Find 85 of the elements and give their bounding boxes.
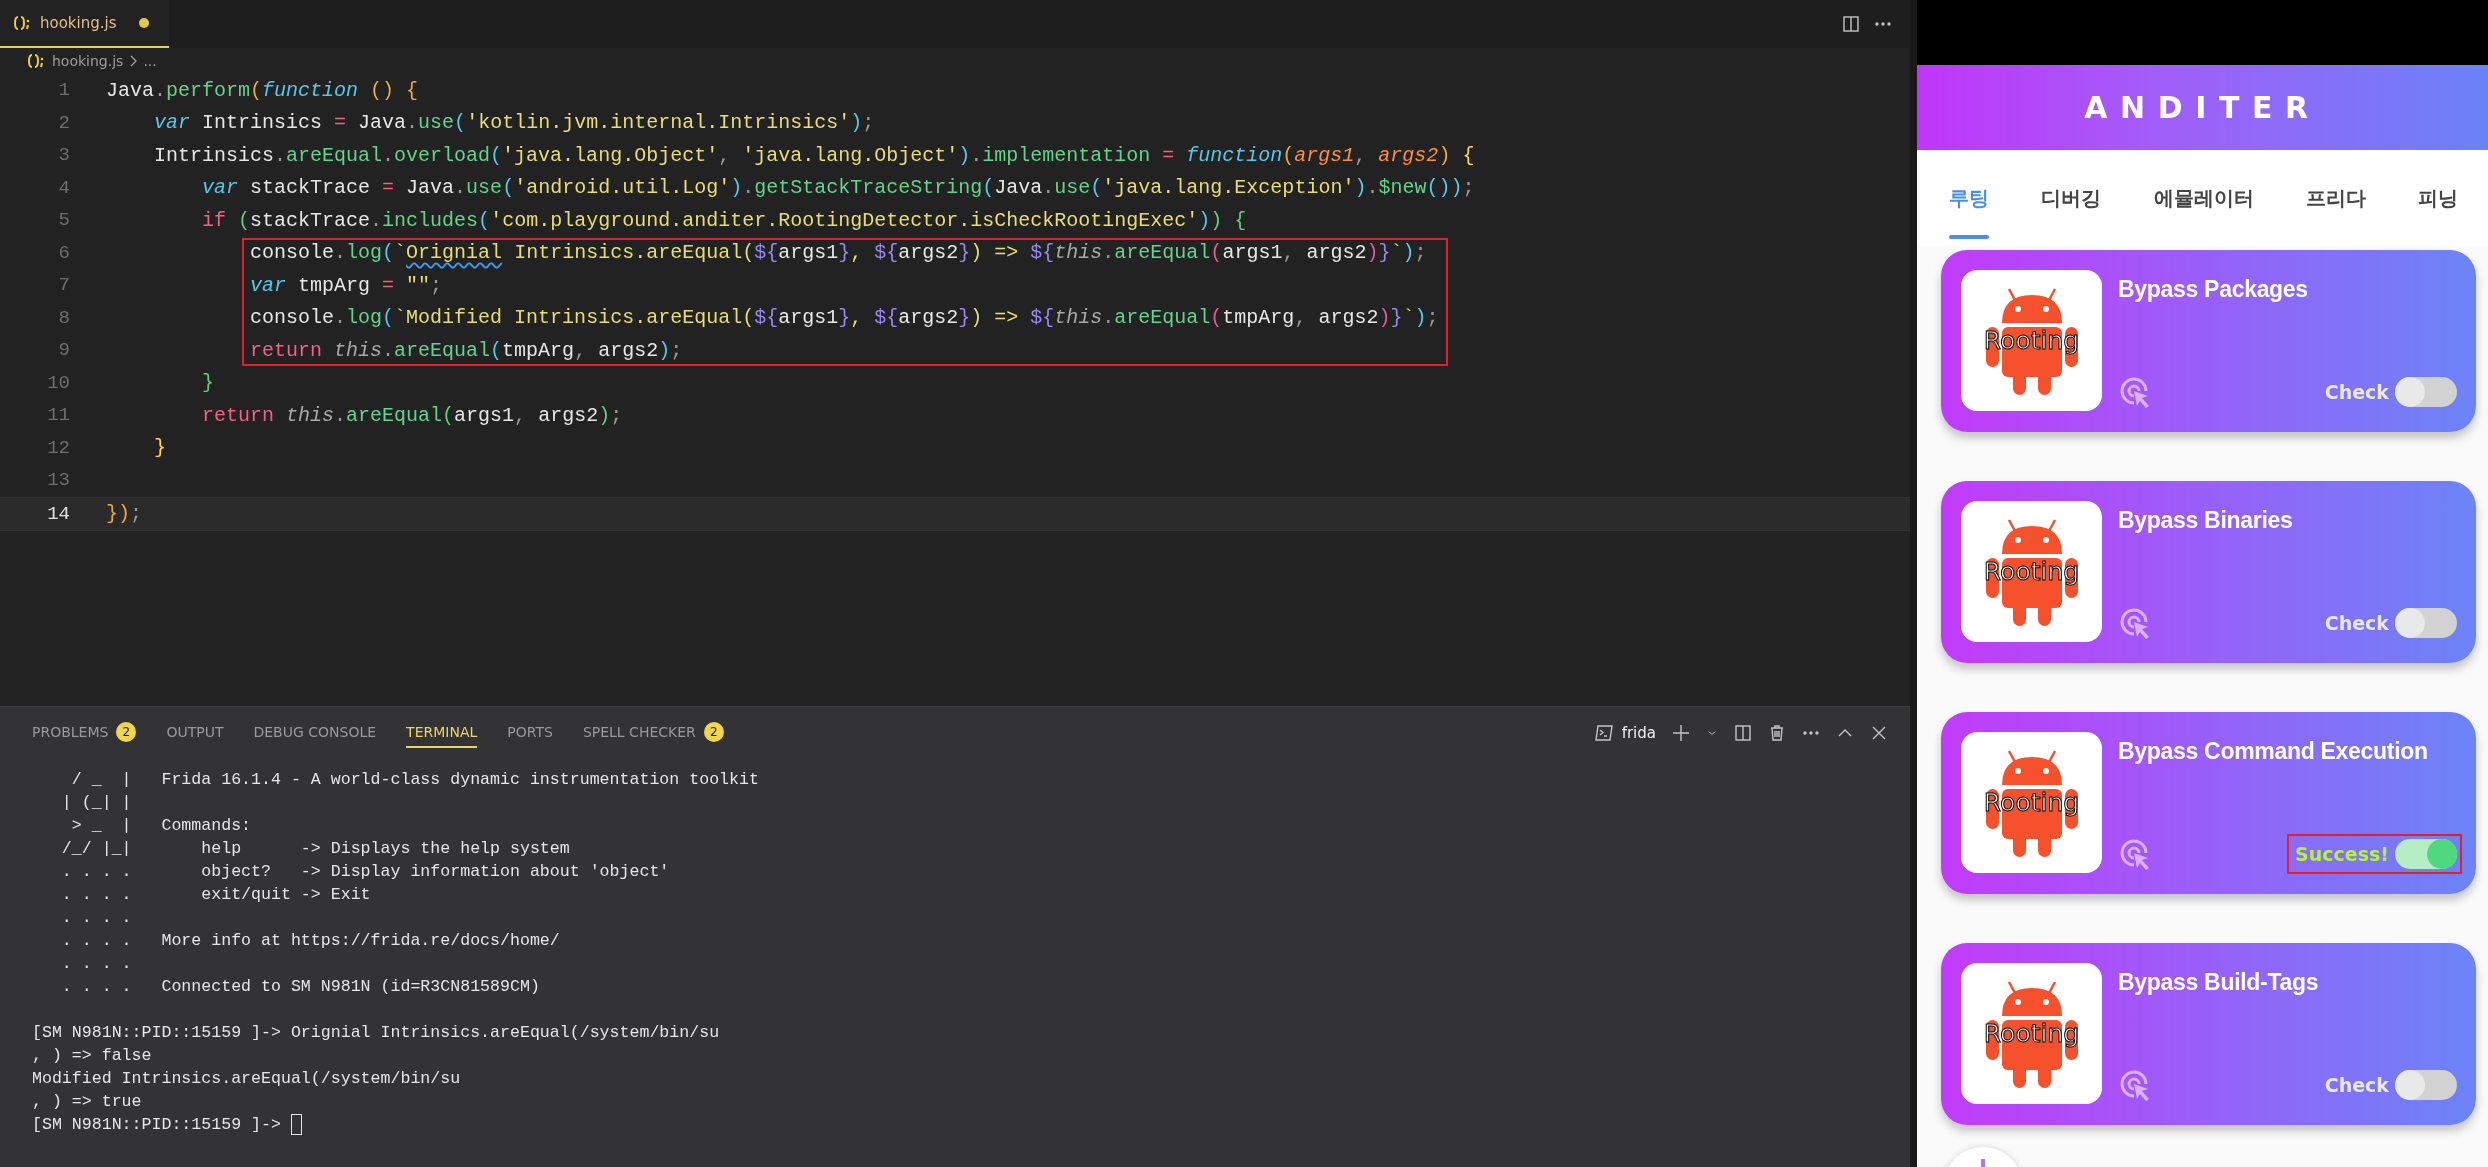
card-title: Bypass Command Execution (2118, 738, 2429, 765)
line-number: 8 (57, 306, 70, 329)
panel-tab[interactable]: PORTS (507, 718, 553, 748)
plus-icon[interactable] (1672, 724, 1690, 742)
terminal-name[interactable]: frida (1621, 724, 1656, 742)
terminal-line: Modified Intrinsics.areEqual(/system/bin/su (32, 1068, 462, 1090)
count-badge: 2 (703, 722, 724, 742)
count-badge: 2 (116, 722, 137, 742)
split-panel-icon[interactable] (1734, 724, 1752, 742)
line-number: 13 (46, 469, 70, 492)
terminal-line: . . . . exit/quit -> Exit (60, 884, 372, 906)
status-label: Check (2324, 1074, 2389, 1096)
category-tab[interactable]: 프리다 (2305, 150, 2366, 246)
line-number: 2 (57, 111, 70, 134)
panel-tab[interactable]: SPELL CHECKER 2 (582, 718, 724, 748)
breadcrumb-item[interactable]: ... (143, 53, 157, 69)
card-title: Bypass Binaries (2118, 507, 2294, 534)
js-file-icon (28, 54, 46, 68)
terminal-line: . . . . Connected to SM N981N (id=R3CN81589CM) (60, 976, 541, 998)
category-tab[interactable]: 에뮬레이터 (2153, 150, 2254, 246)
line-number: 3 (57, 144, 70, 167)
terminal-line: . . . . object? -> Display information about 'object' (60, 861, 671, 883)
code-line: var stackTrace = Java.use('android.util.Log').getStackTraceString(Java.use('java.lang.Exception').$new()); (201, 176, 1475, 200)
terminal-line: . . . . More info at https://frida.re/docs/home/ (60, 930, 561, 952)
line-number: 10 (46, 371, 70, 394)
line-number: 9 (57, 339, 70, 362)
split-editor-icon[interactable] (1842, 15, 1860, 33)
breadcrumb-item[interactable]: hooking.js (52, 53, 124, 69)
terminal-line: , ) => true (32, 1091, 143, 1113)
js-file-icon (14, 16, 32, 30)
toggle-switch[interactable] (2395, 377, 2457, 407)
code-line: if (stackTrace.includes('com.playground.anditer.RootingDetector.isCheckRootingExec')) { (201, 208, 1247, 232)
toggle-switch[interactable] (2395, 839, 2457, 869)
panel-tab[interactable]: DEBUG CONSOLE (253, 718, 377, 748)
line-number: 7 (57, 274, 70, 297)
line-number: 14 (46, 502, 70, 525)
code-line: }); (106, 502, 143, 526)
terminal-line: , ) => false (32, 1045, 153, 1067)
code-line: return this.areEqual(tmpArg, args2); (249, 338, 683, 362)
card-title: Bypass Build-Tags (2118, 969, 2320, 996)
status-label: Success! (2295, 843, 2389, 865)
terminal-line: [SM N981N::PID::15159 ]-> Orignial Intrinsics.areEqual(/system/bin/su (32, 1022, 721, 1044)
line-number: 6 (57, 241, 70, 264)
editor-tab[interactable]: hooking.js (0, 0, 169, 48)
status-label: Check (2324, 612, 2389, 634)
card-title: Bypass Packages (2118, 276, 2309, 303)
close-icon[interactable] (1870, 724, 1888, 742)
toggle-switch[interactable] (2395, 608, 2457, 638)
code-line: var tmpArg = ""; (249, 273, 443, 297)
code-line: console.log(`Modified Intrinsics.areEqual(${args1}, ${args2}) => ${this.areEqual(tmpArg, args2)}`); (249, 306, 1439, 330)
code-line: } (201, 371, 215, 395)
category-tab[interactable]: 피닝 (2418, 150, 2458, 246)
category-tab[interactable]: 디버깅 (2041, 150, 2102, 246)
terminal-line: /_/ |_| help -> Displays the help system (60, 838, 571, 860)
tap-icon[interactable] (2118, 837, 2152, 871)
code-line: return this.areEqual(args1, args2); (201, 403, 623, 427)
terminal-line: / _ | Frida 16.1.4 - A world-class dynamic instrumentation toolkit (70, 769, 760, 791)
tap-icon[interactable] (2118, 375, 2152, 409)
panel-tab[interactable]: TERMINAL (406, 718, 478, 748)
terminal-line: | (_| | (60, 792, 133, 814)
code-line: Intrinsics.areEqual.overload('java.lang.Object', 'java.lang.Object').implementation = function(args1, args2) { (153, 143, 1475, 167)
tap-icon[interactable] (2118, 606, 2152, 640)
terminal-line: . . . . (60, 953, 133, 975)
panel-tab[interactable]: PROBLEMS 2 (32, 718, 137, 748)
line-number: 4 (57, 176, 70, 199)
status-label: Check (2324, 381, 2389, 403)
line-number: 12 (46, 436, 70, 459)
terminal-line: > _ | Commands: (70, 815, 253, 837)
terminal-line: . . . . (60, 907, 133, 929)
code-line: console.log(`Orignial Intrinsics.areEqual(${args1}, ${args2}) => ${this.areEqual(args1, args2)}`); (249, 241, 1427, 265)
toggle-switch[interactable] (2395, 1070, 2457, 1100)
text-cursor (290, 1114, 302, 1136)
line-number: 11 (46, 404, 70, 427)
code-line: } (153, 436, 166, 460)
line-number: 1 (57, 79, 70, 102)
trash-icon[interactable] (1768, 724, 1786, 742)
tap-icon[interactable] (2118, 1068, 2152, 1102)
code-line: var Intrinsics = Java.use('kotlin.jvm.internal.Intrinsics'); (153, 111, 875, 135)
terminal-prompt: [SM N981N::PID::15159 ]-> (32, 1115, 281, 1134)
code-line: Java.perform(function () { (106, 78, 419, 102)
app-title: ANDITER (2084, 90, 2321, 125)
terminal-icon[interactable] (1593, 724, 1614, 742)
chevron-right-icon (129, 55, 138, 67)
line-number: 5 (57, 209, 70, 232)
panel-tab[interactable]: OUTPUT (166, 718, 224, 748)
